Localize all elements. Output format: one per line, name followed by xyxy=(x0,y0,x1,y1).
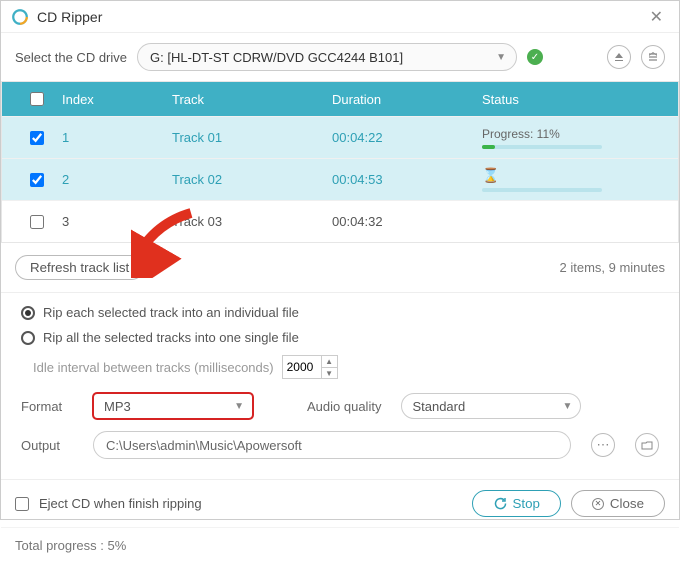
table-row[interactable]: 1Track 0100:04:22Progress: 11% xyxy=(2,116,678,158)
select-all-checkbox[interactable] xyxy=(30,92,44,106)
col-header-duration: Duration xyxy=(332,92,482,107)
table-header: Index Track Duration Status xyxy=(2,82,678,116)
audio-quality-value: Standard xyxy=(412,399,465,414)
row-track: Track 03 xyxy=(172,214,332,229)
format-select[interactable]: MP3 ▼ xyxy=(93,393,253,419)
chevron-down-icon: ▼ xyxy=(563,401,573,412)
refresh-icon xyxy=(493,497,507,511)
stop-button[interactable]: Stop xyxy=(472,490,561,517)
row-duration: 00:04:53 xyxy=(332,172,482,187)
chevron-down-icon: ▼ xyxy=(234,401,244,412)
table-row[interactable]: 2Track 0200:04:53⌛ xyxy=(2,158,678,200)
table-row[interactable]: 3Track 0300:04:32 xyxy=(2,200,678,242)
close-button[interactable]: ✕ Close xyxy=(571,490,665,517)
output-path-field[interactable]: C:\Users\admin\Music\Apowersoft xyxy=(93,431,571,459)
col-header-index: Index xyxy=(62,92,172,107)
progress-bar xyxy=(482,145,602,149)
selection-summary: 2 items, 9 minutes xyxy=(560,260,666,275)
row-status: ⌛ xyxy=(482,167,678,192)
drive-select-label: Select the CD drive xyxy=(15,50,127,65)
idle-interval-stepper[interactable]: ▲▼ xyxy=(282,355,338,379)
eject-cd-checkbox[interactable] xyxy=(15,497,29,511)
audio-quality-label: Audio quality xyxy=(307,399,381,414)
progress-bar xyxy=(482,188,602,192)
radio-icon xyxy=(21,306,35,320)
col-header-track: Track xyxy=(172,92,332,107)
row-duration: 00:04:32 xyxy=(332,214,482,229)
open-output-folder-button[interactable] xyxy=(635,433,659,457)
close-circle-icon: ✕ xyxy=(592,498,604,510)
idle-interval-label: Idle interval between tracks (millisecon… xyxy=(33,360,274,375)
chevron-down-icon: ▼ xyxy=(496,52,506,63)
stepper-down-icon[interactable]: ▼ xyxy=(322,367,337,378)
row-checkbox[interactable] xyxy=(30,173,44,187)
col-header-status: Status xyxy=(482,92,678,107)
drive-select[interactable]: G: [HL-DT-ST CDRW/DVD GCC4244 B101] ▼ xyxy=(137,43,517,71)
audio-quality-select[interactable]: Standard ▼ xyxy=(401,393,581,419)
rip-mode-single-label: Rip all the selected tracks into one sin… xyxy=(43,330,299,345)
window-close-button[interactable]: ✕ xyxy=(644,7,669,27)
idle-interval-input[interactable] xyxy=(283,360,321,374)
row-status: Progress: 11% xyxy=(482,127,678,149)
row-checkbox[interactable] xyxy=(30,131,44,145)
row-index: 2 xyxy=(62,172,172,187)
row-checkbox[interactable] xyxy=(30,215,44,229)
output-label: Output xyxy=(21,438,73,453)
row-track: Track 02 xyxy=(172,172,332,187)
eject-cd-label: Eject CD when finish ripping xyxy=(39,496,202,511)
row-duration: 00:04:22 xyxy=(332,130,482,145)
drive-select-value: G: [HL-DT-ST CDRW/DVD GCC4244 B101] xyxy=(150,50,403,65)
progress-label: Progress: 11% xyxy=(482,127,658,141)
close-button-label: Close xyxy=(610,496,644,511)
app-logo-icon xyxy=(11,8,29,26)
browse-output-button[interactable]: ⋯ xyxy=(591,433,615,457)
rip-mode-individual-label: Rip each selected track into an individu… xyxy=(43,305,299,320)
output-path-value: C:\Users\admin\Music\Apowersoft xyxy=(106,438,302,453)
row-index: 1 xyxy=(62,130,172,145)
format-value: MP3 xyxy=(104,399,131,414)
row-track: Track 01 xyxy=(172,130,332,145)
settings-icon-button[interactable] xyxy=(641,45,665,69)
row-index: 3 xyxy=(62,214,172,229)
window-title: CD Ripper xyxy=(37,9,644,25)
stepper-up-icon[interactable]: ▲ xyxy=(322,356,337,367)
refresh-track-list-button[interactable]: Refresh track list xyxy=(15,255,144,280)
radio-icon xyxy=(21,331,35,345)
eject-icon-button[interactable] xyxy=(607,45,631,69)
drive-ok-icon: ✓ xyxy=(527,49,543,65)
hourglass-icon: ⌛ xyxy=(482,167,658,184)
rip-mode-single[interactable]: Rip all the selected tracks into one sin… xyxy=(21,330,659,345)
rip-mode-individual[interactable]: Rip each selected track into an individu… xyxy=(21,305,659,320)
total-progress-label: Total progress : 5% xyxy=(1,527,679,563)
stop-button-label: Stop xyxy=(513,496,540,511)
format-label: Format xyxy=(21,399,73,414)
